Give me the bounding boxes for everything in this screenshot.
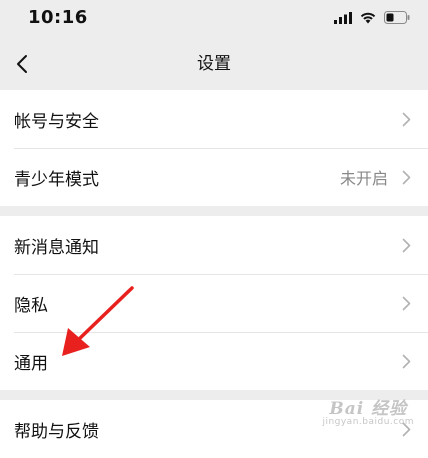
- settings-item-general[interactable]: 通用: [0, 332, 428, 390]
- settings-item-label: 新消息通知: [14, 237, 99, 258]
- chevron-right-icon: [400, 294, 412, 312]
- settings-item-label: 帮助与反馈: [14, 421, 99, 442]
- settings-item-label: 帐号与安全: [14, 111, 99, 132]
- settings-item-account-security[interactable]: 帐号与安全: [0, 90, 428, 148]
- chevron-right-icon: [400, 352, 412, 370]
- settings-item-label: 青少年模式: [14, 169, 99, 190]
- system-icons: [334, 10, 410, 26]
- settings-item-value: 未开启: [339, 169, 388, 188]
- status-bar: 10:16: [0, 0, 428, 38]
- settings-item-help-feedback[interactable]: 帮助与反馈: [0, 400, 428, 458]
- settings-group-help: 帮助与反馈: [0, 400, 428, 458]
- settings-item-teen-mode[interactable]: 青少年模式 未开启: [0, 148, 428, 206]
- chevron-right-icon: [400, 168, 412, 186]
- chevron-right-icon: [400, 110, 412, 128]
- settings-group-account: 帐号与安全 青少年模式 未开启: [0, 90, 428, 206]
- navigation-bar: 设置: [0, 38, 428, 90]
- chevron-right-icon: [400, 236, 412, 254]
- cellular-signal-icon: [334, 9, 352, 28]
- battery-icon: [384, 9, 410, 28]
- status-time: 10:16: [28, 7, 88, 28]
- chevron-right-icon: [400, 420, 412, 438]
- settings-item-label: 通用: [14, 353, 48, 374]
- settings-group-general: 新消息通知 隐私 通用: [0, 216, 428, 390]
- settings-item-notifications[interactable]: 新消息通知: [0, 216, 428, 274]
- settings-item-label: 隐私: [14, 295, 48, 316]
- settings-item-privacy[interactable]: 隐私: [0, 274, 428, 332]
- page-title: 设置: [197, 54, 231, 74]
- wifi-icon: [360, 9, 376, 28]
